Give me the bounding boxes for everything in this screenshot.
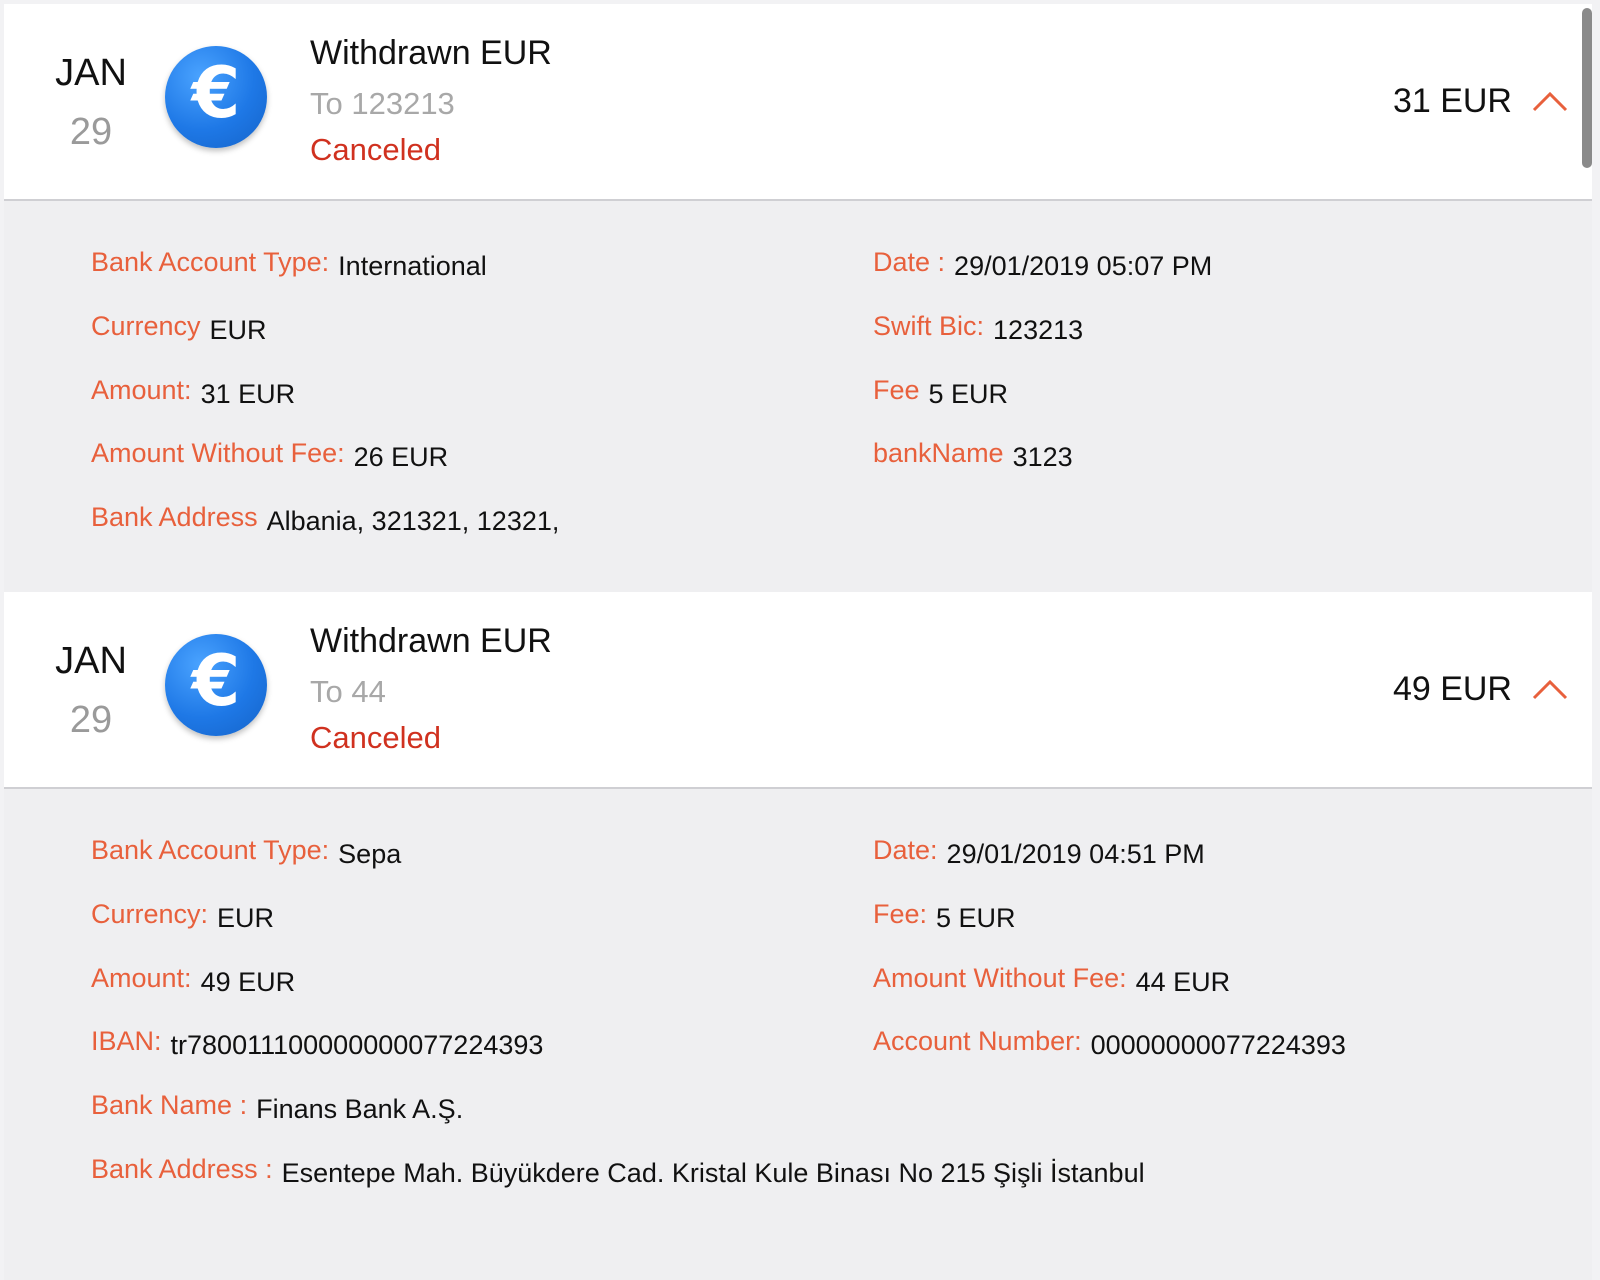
- detail-amount: Amount: 49 EUR: [91, 963, 296, 997]
- transaction-recipient: To 44: [310, 674, 386, 709]
- transaction-header[interactable]: JAN 29 € Withdrawn EUR To 44 Canceled 49…: [4, 592, 1592, 789]
- transaction-amount: 49 EUR: [1392, 670, 1512, 708]
- detail-value: Sepa: [338, 839, 402, 869]
- date-month: JAN: [55, 640, 127, 682]
- transaction-amount: 31 EUR: [1392, 82, 1512, 120]
- detail-label: Fee: [873, 375, 920, 405]
- chevron-up-icon[interactable]: [1530, 670, 1570, 710]
- detail-value: 29/01/2019 04:51 PM: [946, 839, 1205, 869]
- detail-value: 00000000077224393: [1090, 1030, 1346, 1060]
- detail-swift: Swift Bic: 123213: [873, 311, 1084, 345]
- detail-label: Date :: [873, 247, 946, 277]
- transaction-header[interactable]: JAN 29 € Withdrawn EUR To 123213 Cancele…: [4, 4, 1592, 201]
- detail-label: Bank Address: [91, 502, 258, 532]
- euro-coin-icon: €: [165, 634, 267, 736]
- detail-value: 123213: [993, 315, 1084, 345]
- detail-label: Fee:: [873, 899, 928, 929]
- detail-amount-without-fee: Amount Without Fee: 44 EUR: [873, 963, 1231, 997]
- detail-amount: Amount: 31 EUR: [91, 375, 296, 409]
- detail-label: Bank Account Type:: [91, 835, 330, 865]
- detail-bank-address: Bank Address Albania, 321321, 12321,: [91, 502, 560, 536]
- detail-value: Esentepe Mah. Büyükdere Cad. Kristal Kul…: [281, 1158, 1145, 1188]
- detail-label: Swift Bic:: [873, 311, 985, 341]
- detail-value: tr780011100000000077224393: [170, 1030, 544, 1060]
- detail-iban: IBAN: tr780011100000000077224393: [91, 1026, 544, 1060]
- detail-value: EUR: [217, 903, 275, 933]
- detail-currency: Currency EUR: [91, 311, 267, 345]
- date-month: JAN: [55, 52, 127, 94]
- detail-amount-without-fee: Amount Without Fee: 26 EUR: [91, 438, 449, 472]
- detail-value: 5 EUR: [928, 379, 1009, 409]
- detail-value: Albania, 321321, 12321,: [266, 506, 560, 536]
- detail-value: 5 EUR: [936, 903, 1016, 933]
- detail-label: Amount Without Fee:: [873, 963, 1127, 993]
- detail-label: Currency:: [91, 899, 209, 929]
- detail-label: IBAN:: [91, 1026, 162, 1056]
- detail-date: Date : 29/01/2019 05:07 PM: [873, 247, 1213, 281]
- detail-bank-account-type: Bank Account Type: International: [91, 247, 487, 281]
- detail-value: EUR: [209, 315, 267, 345]
- detail-label: Bank Account Type:: [91, 247, 330, 277]
- detail-label: Date:: [873, 835, 938, 865]
- transaction-details: Bank Account Type: Sepa Date: 29/01/2019 0…: [4, 789, 1592, 1280]
- scrollbar[interactable]: [1582, 8, 1592, 168]
- detail-value: Finans Bank A.Ş.: [256, 1094, 464, 1124]
- detail-account-number: Account Number: 00000000077224393: [873, 1026, 1346, 1060]
- detail-label: bankName: [873, 438, 1004, 468]
- detail-bank-account-type: Bank Account Type: Sepa: [91, 835, 402, 869]
- euro-coin-icon: €: [165, 46, 267, 148]
- transaction-title: Withdrawn EUR: [310, 34, 552, 72]
- detail-value: 29/01/2019 05:07 PM: [954, 251, 1213, 281]
- detail-label: Amount:: [91, 375, 192, 405]
- detail-currency: Currency: EUR: [91, 899, 275, 933]
- detail-label: Account Number:: [873, 1026, 1082, 1056]
- detail-fee: Fee: 5 EUR: [873, 899, 1016, 933]
- detail-value: 49 EUR: [200, 967, 296, 997]
- detail-label: Currency: [91, 311, 201, 341]
- detail-bank-name: Bank Name : Finans Bank A.Ş.: [91, 1090, 464, 1124]
- detail-label: Amount Without Fee:: [91, 438, 345, 468]
- detail-value: 26 EUR: [353, 442, 449, 472]
- detail-value: International: [338, 251, 487, 281]
- detail-date: Date: 29/01/2019 04:51 PM: [873, 835, 1205, 869]
- date-day: 29: [69, 111, 113, 153]
- transaction-title: Withdrawn EUR: [310, 622, 552, 660]
- detail-bank-address: Bank Address : Esentepe Mah. Büyükdere Ca…: [91, 1154, 1145, 1188]
- transaction-details: Bank Account Type: International Date : 29…: [4, 201, 1592, 594]
- detail-label: Amount:: [91, 963, 192, 993]
- date-day: 29: [69, 699, 113, 741]
- detail-bank-name: bankName 3123: [873, 438, 1073, 472]
- detail-value: 44 EUR: [1135, 967, 1231, 997]
- detail-value: 3123: [1012, 442, 1073, 472]
- status-canceled: Canceled: [310, 720, 441, 755]
- transaction-recipient: To 123213: [310, 86, 455, 121]
- status-canceled: Canceled: [310, 132, 441, 167]
- detail-label: Bank Name :: [91, 1090, 248, 1120]
- transaction-list: JAN 29 € Withdrawn EUR To 123213 Cancele…: [4, 4, 1592, 1280]
- detail-label: Bank Address :: [91, 1154, 273, 1184]
- detail-fee: Fee 5 EUR: [873, 375, 1009, 409]
- detail-value: 31 EUR: [200, 379, 296, 409]
- chevron-up-icon[interactable]: [1530, 82, 1570, 122]
